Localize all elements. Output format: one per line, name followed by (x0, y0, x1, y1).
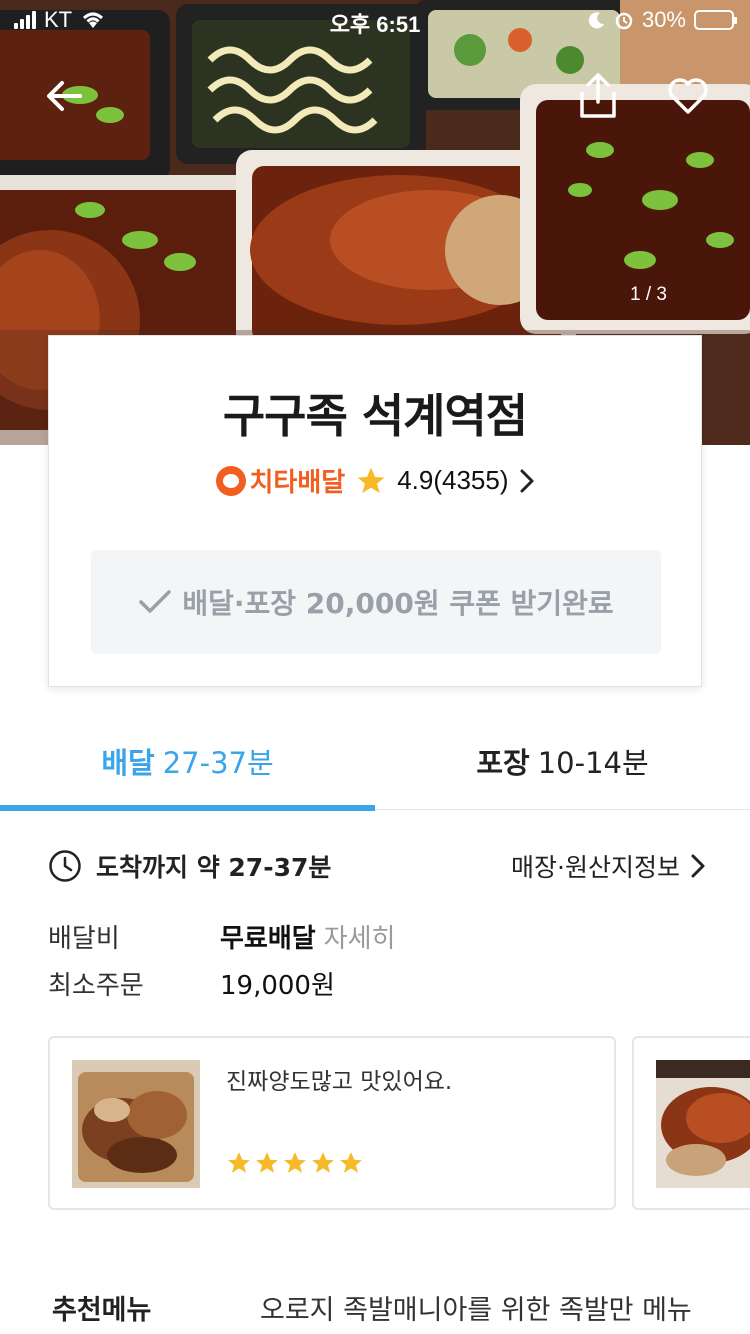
star-icon (312, 1152, 334, 1173)
share-icon (580, 73, 616, 118)
brand-badge: 치타배달 (215, 462, 346, 499)
review-rating (226, 1150, 364, 1176)
share-button[interactable] (574, 72, 622, 120)
review-photo (72, 1060, 200, 1188)
min-order-value: 19,000원 (220, 971, 335, 1001)
tab-delivery-label: 배달 (101, 746, 155, 780)
alarm-icon (615, 12, 633, 30)
rating-value: 4.9(4355) (397, 465, 509, 495)
moon-icon (588, 12, 604, 29)
delivery-fee-value: 무료배달 (220, 924, 316, 954)
store-name: 구구족 석계역점 (222, 389, 528, 443)
coupon-received-box[interactable]: 배달·포장 20,000원 쿠폰 받기완료 (91, 550, 661, 654)
arrival-text: 도착까지 약 27-37분 (96, 853, 332, 882)
recommend-menu-description: 오로지 족발매니아를 위한 족발만 메뉴 (260, 1295, 692, 1326)
coupon-text: 배달·포장 20,000원 쿠폰 받기완료 (182, 587, 614, 620)
arrow-left-icon (47, 81, 82, 111)
chevron-right-icon (520, 469, 533, 492)
cheetah-logo-icon (215, 465, 246, 496)
store-origin-info-label: 매장·원산지정보 (511, 853, 680, 882)
store-card: 구구족 석계역점 치타배달 4.9(4355) 배달·포장 20,000원 쿠폰… (48, 335, 702, 687)
tab-pickup-time: 10-14분 (537, 746, 649, 780)
clock-icon (49, 850, 81, 882)
check-icon (139, 590, 172, 613)
heart-icon (668, 78, 708, 114)
star-icon (357, 467, 385, 493)
brand-name: 치타배달 (249, 468, 346, 498)
star-icon (284, 1152, 306, 1173)
recommend-menu-title: 추천메뉴 (52, 1295, 152, 1326)
delivery-fee-row: 배달비 무료배달 자세히 (48, 918, 395, 955)
order-type-tabs: 배달 27-37분 포장 10-14분 (0, 712, 750, 811)
tab-delivery-time: 27-37분 (162, 746, 274, 780)
delivery-fee-label: 배달비 (48, 924, 120, 954)
star-icon (228, 1152, 250, 1173)
battery-percent: 30% (641, 7, 686, 32)
star-icon (340, 1152, 362, 1173)
status-bar: KT 오후 6:51 30% (0, 0, 750, 40)
tab-delivery[interactable]: 배달 27-37분 (0, 712, 375, 811)
arrival-time: 도착까지 약 27-37분 (48, 848, 331, 884)
battery-icon (694, 10, 737, 30)
store-origin-info-link[interactable]: 매장·원산지정보 (511, 848, 706, 884)
back-button[interactable] (40, 72, 88, 120)
review-text: 진짜양도많고 맛있어요. (226, 1069, 453, 1095)
chevron-right-icon (691, 854, 705, 878)
min-order-row: 최소주문 19,000원 (48, 965, 335, 1002)
review-card[interactable] (632, 1036, 750, 1210)
min-order-label: 최소주문 (48, 971, 144, 1001)
delivery-fee-detail-link[interactable]: 자세히 (324, 924, 396, 954)
tab-pickup[interactable]: 포장 10-14분 (375, 712, 750, 810)
review-card[interactable]: 진짜양도많고 맛있어요. (48, 1036, 616, 1210)
rating-row[interactable]: 치타배달 4.9(4355) (49, 462, 701, 499)
review-photo (656, 1060, 750, 1188)
favorite-button[interactable] (664, 72, 712, 120)
tab-pickup-label: 포장 (476, 746, 530, 780)
image-pager: 1 / 3 (630, 284, 667, 305)
star-icon (256, 1152, 278, 1173)
